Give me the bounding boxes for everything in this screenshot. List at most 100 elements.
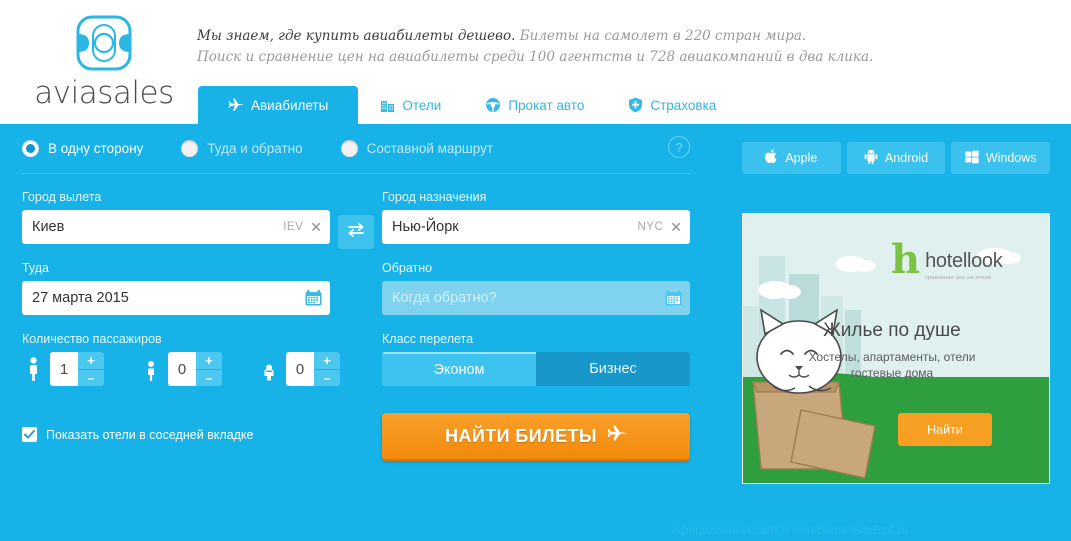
show-hotels-label: Показать отели в соседней вкладке (46, 427, 254, 442)
child-stepper: 0 + – (140, 352, 222, 386)
origin-clear-icon[interactable]: ✕ (310, 220, 322, 234)
adult-count: 1 (50, 352, 78, 386)
checkbox-box (22, 427, 37, 442)
site-logo[interactable]: aviasales (24, 8, 184, 110)
search-panel: В одну сторону Туда и обратно Составной … (0, 124, 1071, 541)
origin-label: Город вылета (22, 190, 102, 204)
banner-text: Жилье по душе Хостелы, апартаменты, отел… (743, 320, 1041, 381)
infant-passenger-icon (258, 357, 280, 381)
passengers-label: Количество пассажиров (22, 332, 162, 346)
tab-car-rental[interactable]: Прокат авто (463, 86, 606, 124)
depart-date-label: Туда (22, 261, 50, 275)
android-app-button[interactable]: Android (846, 142, 946, 174)
banner-subline: Хостелы, апартаменты, отели гостевые дом… (743, 349, 1041, 381)
tab-flights[interactable]: Авиабилеты (198, 86, 359, 124)
tab-insurance-label: Страховка (650, 97, 717, 113)
search-tickets-button[interactable]: НАЙТИ БИЛЕТЫ (382, 413, 690, 461)
return-date-input[interactable]: Когда обратно? (382, 281, 690, 315)
tab-hotels[interactable]: Отели (358, 86, 463, 124)
origin-input[interactable]: Киев IEV ✕ (22, 210, 330, 244)
passengers-group: Количество пассажиров 1 + – 0 + – 0 + – (22, 332, 340, 386)
infant-increment-button[interactable]: + (314, 352, 340, 369)
return-date-label: Обратно (382, 261, 433, 275)
banner-search-button[interactable]: Найти (898, 413, 992, 446)
radio-one-way-label: В одну сторону (48, 141, 144, 156)
tab-flights-label: Авиабилеты (251, 97, 329, 113)
hotellook-logo-tagline: сравнение цен на отели (925, 275, 991, 281)
swap-arrows-icon (346, 222, 366, 243)
dates-row: Туда 27 марта 2015 Обратно Когда обратно… (22, 261, 712, 315)
windows-icon (965, 150, 979, 167)
main-nav-tabs: Авиабилеты Отели Прокат авто Страховка (198, 86, 738, 124)
logo-wordmark: aviasales (34, 75, 174, 111)
banner-subline-2: гостевые дома (850, 366, 934, 380)
tab-car-rental-label: Прокат авто (508, 97, 585, 113)
destination-iata-code: NYC (637, 221, 664, 233)
hotellook-banner[interactable]: h hotellook сравнение цен на отели Жилье… (742, 213, 1050, 484)
swap-cities-button[interactable] (338, 215, 374, 249)
radio-round-trip[interactable]: Туда и обратно (181, 140, 303, 157)
depart-date-input[interactable]: 27 марта 2015 (22, 281, 330, 315)
calendar-icon[interactable] (665, 290, 682, 306)
infant-decrement-button[interactable]: – (314, 369, 340, 386)
adult-increment-button[interactable]: + (78, 352, 104, 369)
destination-label: Город назначения (382, 190, 487, 204)
show-hotels-checkbox[interactable]: Показать отели в соседней вкладке (22, 427, 330, 442)
class-economy-option[interactable]: Эконом (382, 352, 536, 386)
child-decrement-button[interactable]: – (196, 369, 222, 386)
hotels-checkbox-group: Показать отели в соседней вкладке (22, 413, 330, 461)
radio-multi-city-label: Составной маршрут (366, 141, 494, 156)
tagline-line-1: Мы знаем, где купить авиабилеты дешево. … (197, 26, 897, 47)
hotellook-logo-letter: h (891, 236, 921, 283)
submit-group: НАЙТИ БИЛЕТЫ (382, 413, 690, 461)
infant-stepper-buttons: + – (314, 352, 340, 386)
destination-input[interactable]: Нью-Йорк NYC ✕ (382, 210, 690, 244)
calendar-icon[interactable] (305, 290, 322, 306)
origin-field-group: Город вылета Киев IEV ✕ (22, 190, 330, 244)
cities-row: Город вылета Киев IEV ✕ Город назначения… (22, 190, 712, 249)
infant-count: 0 (286, 352, 314, 386)
aviasales-page: aviasales Мы знаем, где купить авиабилет… (0, 0, 1071, 541)
child-increment-button[interactable]: + (196, 352, 222, 369)
sidebar: Apple Android Windows h hotellook сравне… (742, 124, 1051, 484)
tab-hotels-label: Отели (402, 97, 442, 113)
destination-clear-icon[interactable]: ✕ (670, 220, 682, 234)
windows-app-button[interactable]: Windows (951, 142, 1051, 174)
return-date-group: Обратно Когда обратно? (382, 261, 690, 315)
infant-stepper: 0 + – (258, 352, 340, 386)
apple-icon (765, 149, 778, 167)
adult-stepper-buttons: + – (78, 352, 104, 386)
flight-class-toggle: Эконом Бизнес (382, 352, 690, 386)
radio-one-way[interactable]: В одну сторону (22, 140, 143, 157)
child-passenger-icon (140, 357, 162, 381)
origin-iata-code: IEV (283, 221, 304, 233)
radio-dot (181, 140, 199, 157)
building-icon (380, 98, 395, 113)
destination-value: Нью-Йорк (392, 219, 459, 235)
radio-dot (340, 140, 358, 157)
help-icon[interactable]: ? (668, 136, 690, 158)
radio-round-trip-label: Туда и обратно (207, 141, 303, 156)
apple-app-button[interactable]: Apple (742, 142, 841, 174)
banner-subline-1: Хостелы, апартаменты, отели (808, 350, 976, 364)
radio-dot (22, 140, 39, 157)
tagline-rest: Билеты на самолет в 220 стран мира. (515, 28, 807, 44)
android-icon (864, 149, 878, 167)
banner-headline: Жилье по душе (823, 320, 961, 341)
depart-date-group: Туда 27 марта 2015 (22, 261, 330, 315)
aviasales-logo-icon (73, 12, 135, 74)
platform-buttons: Apple Android Windows (742, 142, 1051, 174)
hotellook-logo-text: hotellook сравнение цен на отели (925, 242, 1003, 281)
child-stepper-buttons: + – (196, 352, 222, 386)
apple-app-label: Apple (785, 151, 818, 165)
radio-multi-city[interactable]: Составной маршрут (340, 140, 494, 157)
passenger-steppers: 1 + – 0 + – 0 + – (22, 352, 340, 386)
adult-decrement-button[interactable]: – (78, 369, 104, 386)
class-business-option[interactable]: Бизнес (536, 352, 690, 386)
tab-insurance[interactable]: Страховка (606, 86, 738, 124)
site-header: aviasales Мы знаем, где купить авиабилет… (0, 0, 1071, 124)
hotellook-logo-name: hotellook (925, 250, 1003, 272)
flight-class-group: Класс перелета Эконом Бизнес (382, 332, 690, 386)
shield-icon (628, 97, 643, 113)
watermark-text: официальный сайт в интернете SiteStat.ru (672, 523, 909, 537)
